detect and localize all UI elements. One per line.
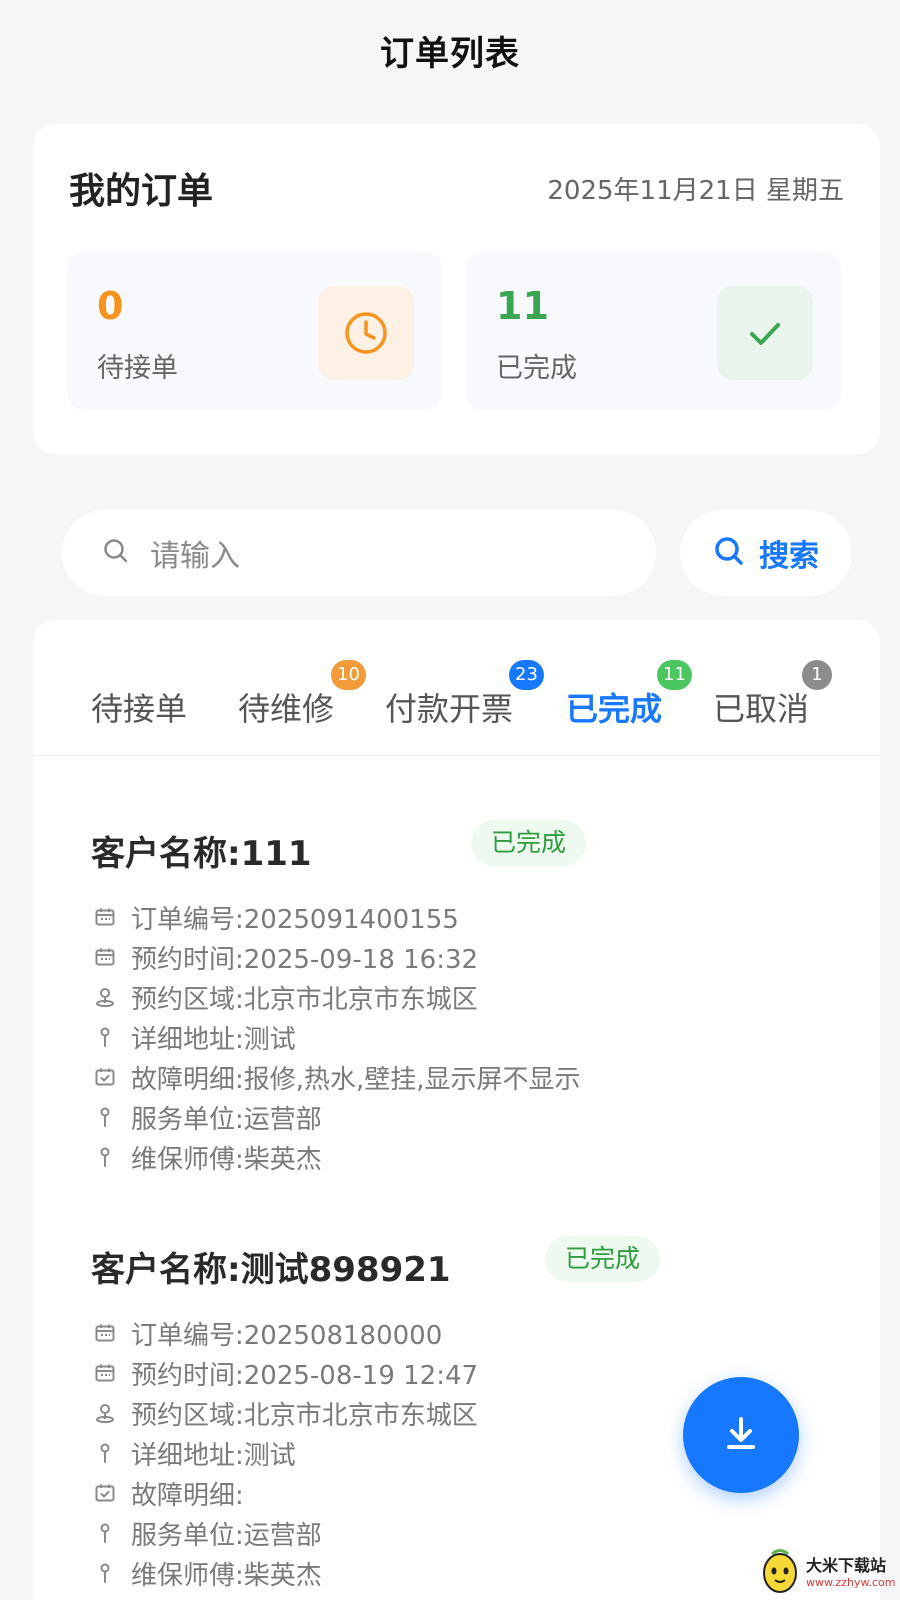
status-badge: 已完成 bbox=[471, 820, 587, 866]
appointment-time-row: 预约时间:2025-09-18 16:32 bbox=[91, 937, 851, 977]
tab-awaiting-repair[interactable]: 待维修 bbox=[238, 684, 334, 730]
location-icon bbox=[91, 1402, 119, 1424]
clock-icon bbox=[318, 286, 414, 380]
calendar-icon bbox=[91, 1322, 119, 1344]
tab-badge-cancelled: 1 bbox=[802, 660, 832, 690]
search-button-label: 搜索 bbox=[759, 539, 819, 574]
service-unit-row: 服务单位:运营部 bbox=[91, 1097, 851, 1137]
tab-badge-awaiting-repair: 10 bbox=[331, 660, 366, 690]
fault-detail: 故障明细: bbox=[131, 1480, 244, 1511]
completed-stat-card[interactable]: 11 已完成 bbox=[466, 252, 841, 410]
tab-badge-completed: 11 bbox=[657, 660, 692, 690]
order-list-page: 订单列表 我的订单 2025年11月21日 星期五 0 待接单 11 已完成 请… bbox=[0, 0, 900, 1600]
completed-count: 11 bbox=[496, 284, 549, 328]
search-input[interactable]: 请输入 bbox=[62, 510, 656, 596]
summary-header: 我的订单 2025年11月21日 星期五 bbox=[69, 162, 844, 214]
completed-label: 已完成 bbox=[496, 353, 577, 384]
service-unit: 服务单位:运营部 bbox=[131, 1104, 322, 1135]
tab-pending[interactable]: 待接单 bbox=[91, 684, 187, 730]
order-number-row: 订单编号:2025091400155 bbox=[91, 897, 851, 937]
detailed-address: 详细地址:测试 bbox=[131, 1024, 296, 1055]
order-item[interactable]: 客户名称:111 已完成 订单编号:2025091400155 预约时间:202… bbox=[91, 820, 851, 1177]
address-row: 详细地址:测试 bbox=[91, 1017, 851, 1057]
pin-icon bbox=[91, 1026, 119, 1048]
service-unit: 服务单位:运营部 bbox=[131, 1520, 322, 1551]
appointment-time: 预约时间:2025-08-19 12:47 bbox=[131, 1360, 479, 1391]
technician-row: 维保师傅:柴英杰 bbox=[91, 1553, 851, 1593]
tab-payment-invoice[interactable]: 付款开票 bbox=[385, 684, 513, 730]
watermark: 大米下载站 www.zzhyw.com bbox=[760, 1546, 900, 1600]
location-icon bbox=[91, 986, 119, 1008]
appointment-area: 预约区域:北京市北京市东城区 bbox=[131, 1400, 478, 1431]
watermark-logo bbox=[760, 1547, 800, 1599]
tab-completed[interactable]: 已完成 bbox=[566, 684, 662, 730]
calendar-icon bbox=[91, 1362, 119, 1384]
appointment-time: 预约时间:2025-09-18 16:32 bbox=[131, 944, 479, 975]
pending-stat-card[interactable]: 0 待接单 bbox=[67, 252, 442, 410]
fault-detail-row: 故障明细:报修,热水,壁挂,显示屏不显示 bbox=[91, 1057, 851, 1097]
title-bar: 订单列表 bbox=[0, 0, 900, 100]
calendar-icon bbox=[91, 906, 119, 928]
service-unit-row: 服务单位:运营部 bbox=[91, 1513, 851, 1553]
summary-title: 我的订单 bbox=[69, 171, 214, 212]
calendar-check-icon bbox=[91, 1482, 119, 1504]
pin-icon bbox=[91, 1522, 119, 1544]
tab-cancelled[interactable]: 已取消 bbox=[713, 684, 809, 730]
technician: 维保师傅:柴英杰 bbox=[131, 1144, 322, 1175]
status-tabs: 待接单 待维修 10 付款开票 23 已完成 11 已取消 1 bbox=[33, 620, 880, 756]
fault-detail: 故障明细:报修,热水,壁挂,显示屏不显示 bbox=[131, 1064, 581, 1095]
search-button-icon bbox=[713, 535, 745, 571]
technician: 维保师傅:柴英杰 bbox=[131, 1560, 322, 1591]
appointment-area-row: 预约区域:北京市北京市东城区 bbox=[91, 977, 851, 1017]
search-row: 请输入 搜索 bbox=[62, 510, 852, 596]
tab-badge-payment-invoice: 23 bbox=[509, 660, 544, 690]
search-icon bbox=[102, 537, 130, 569]
status-badge: 已完成 bbox=[545, 1236, 661, 1282]
calendar-icon bbox=[91, 946, 119, 968]
appointment-area: 预约区域:北京市北京市东城区 bbox=[131, 984, 478, 1015]
customer-name: 客户名称:111 bbox=[91, 834, 312, 874]
search-button[interactable]: 搜索 bbox=[680, 510, 852, 596]
download-button[interactable] bbox=[683, 1377, 799, 1493]
order-number-row: 订单编号:202508180000 bbox=[91, 1313, 851, 1353]
detailed-address: 详细地址:测试 bbox=[131, 1440, 296, 1471]
page-title: 订单列表 bbox=[380, 33, 520, 74]
customer-name: 客户名称:测试898921 bbox=[91, 1250, 451, 1290]
calendar-check-icon bbox=[91, 1066, 119, 1088]
pin-icon bbox=[91, 1106, 119, 1128]
technician-row: 维保师傅:柴英杰 bbox=[91, 1137, 851, 1177]
download-icon bbox=[719, 1411, 763, 1459]
order-number: 订单编号:2025091400155 bbox=[131, 904, 459, 935]
pending-count: 0 bbox=[97, 284, 124, 328]
pin-icon bbox=[91, 1562, 119, 1584]
order-number: 订单编号:202508180000 bbox=[131, 1320, 443, 1351]
pin-icon bbox=[91, 1146, 119, 1168]
watermark-url: www.zzhyw.com bbox=[806, 1576, 896, 1589]
watermark-title: 大米下载站 bbox=[806, 1556, 887, 1575]
search-placeholder: 请输入 bbox=[150, 539, 240, 574]
check-icon bbox=[717, 286, 813, 380]
pending-label: 待接单 bbox=[97, 353, 178, 384]
current-date: 2025年11月21日 星期五 bbox=[547, 175, 844, 206]
watermark-text: 大米下载站 www.zzhyw.com bbox=[806, 1556, 895, 1590]
summary-card: 我的订单 2025年11月21日 星期五 0 待接单 11 已完成 bbox=[33, 124, 880, 454]
pin-icon bbox=[91, 1442, 119, 1464]
